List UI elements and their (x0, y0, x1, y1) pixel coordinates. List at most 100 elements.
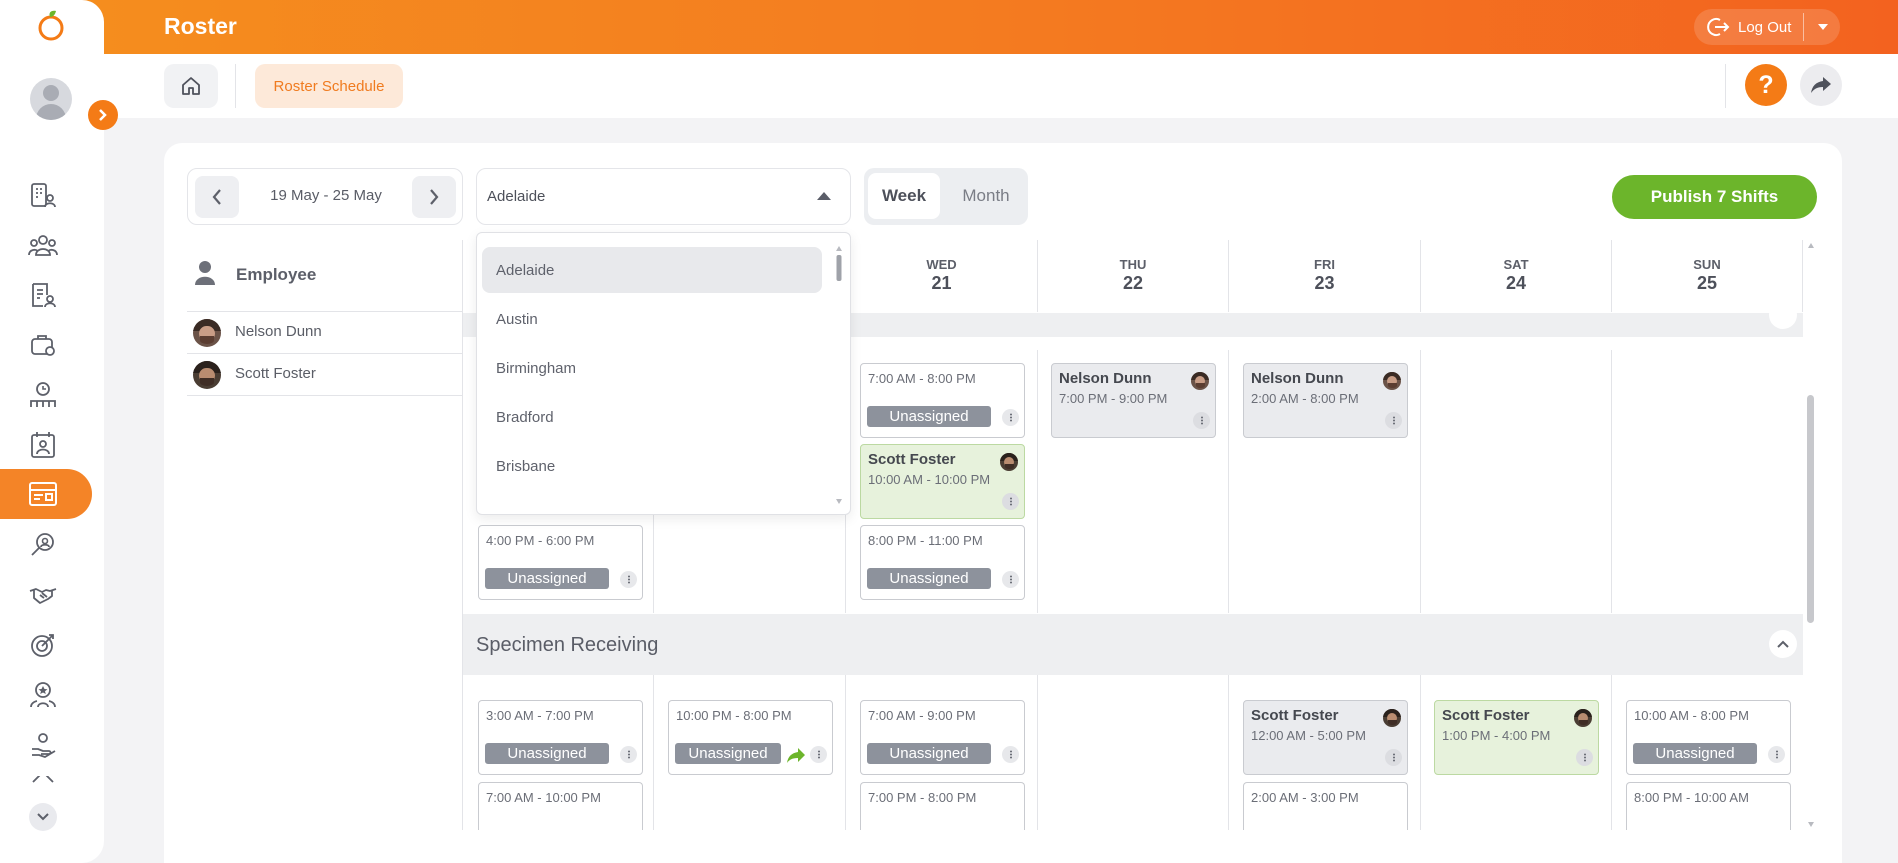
day-name: SUN (1693, 257, 1721, 272)
shift-card[interactable]: 10:00 PM - 8:00 PM Unassigned (668, 700, 833, 775)
dropdown-option-austin[interactable]: Austin (482, 296, 822, 342)
section-collapse-button[interactable] (1769, 301, 1797, 329)
publish-shifts-button[interactable]: Publish 7 Shifts (1612, 175, 1817, 219)
section-band-specimen-receiving: Specimen Receiving (463, 614, 1803, 675)
shift-time: 7:00 AM - 10:00 PM (486, 790, 601, 805)
shift-card-assigned[interactable]: Scott Foster 10:00 AM - 10:00 PM (860, 444, 1025, 519)
kebab-icon[interactable] (620, 571, 637, 588)
nav-team-icon[interactable] (28, 230, 58, 260)
breadcrumb-roster-schedule[interactable]: Roster Schedule (255, 64, 403, 108)
nav-search-person-icon[interactable] (28, 530, 58, 560)
day-name: SAT (1503, 257, 1529, 272)
home-button[interactable] (164, 64, 218, 108)
help-button[interactable]: ? (1745, 64, 1787, 106)
month-view-button[interactable]: Month (950, 173, 1022, 219)
orange-logo[interactable] (36, 8, 66, 42)
app-title: Roster (164, 13, 237, 39)
location-select[interactable]: Adelaide (476, 168, 851, 225)
sidebar-scroll-down-button[interactable] (29, 803, 57, 831)
shift-card[interactable]: 7:00 PM - 8:00 PM (860, 782, 1025, 830)
nav-calendar-person-icon[interactable] (28, 430, 58, 460)
dropdown-option-adelaide[interactable]: Adelaide (482, 247, 822, 293)
shift-card-assigned[interactable]: Nelson Dunn 7:00 PM - 9:00 PM (1051, 363, 1216, 438)
top-bar: Roster Log Out (0, 0, 1898, 54)
dropdown-scrollbar[interactable] (835, 245, 842, 505)
kebab-icon[interactable] (1768, 746, 1785, 763)
dropdown-option-birmingham[interactable]: Birmingham (482, 345, 822, 391)
grid-line (653, 675, 654, 830)
nav-clock-people-icon[interactable] (28, 380, 58, 410)
kebab-icon[interactable] (1385, 412, 1402, 429)
home-icon (180, 75, 202, 97)
previous-week-button[interactable] (195, 176, 239, 218)
shift-card[interactable]: 4:00 PM - 6:00 PM Unassigned (478, 525, 643, 600)
shift-card[interactable]: 8:00 PM - 10:00 AM (1626, 782, 1791, 830)
grid-line (1037, 350, 1038, 613)
chevron-left-icon (211, 188, 223, 206)
forward-arrow-icon[interactable] (786, 747, 806, 769)
kebab-icon[interactable] (1576, 749, 1593, 766)
employee-row[interactable]: Nelson Dunn (187, 312, 462, 354)
logout-icon (1706, 17, 1730, 37)
day-header-wed: WED 21 (845, 240, 1037, 312)
location-dropdown: Adelaide Austin Birmingham Bradford Bris… (476, 232, 851, 515)
shift-card[interactable]: 10:00 AM - 8:00 PM Unassigned (1626, 700, 1791, 775)
kebab-icon[interactable] (1385, 749, 1402, 766)
employee-name: Nelson Dunn (235, 323, 322, 340)
week-view-button[interactable]: Week (868, 173, 940, 219)
shift-employee-name: Nelson Dunn (1251, 370, 1344, 387)
day-name: WED (926, 257, 957, 272)
shift-employee-name: Scott Foster (1251, 707, 1339, 724)
chevron-down-icon (36, 812, 50, 822)
shift-card[interactable]: 3:00 AM - 7:00 PM Unassigned (478, 700, 643, 775)
shift-time: 10:00 AM - 10:00 PM (868, 472, 991, 487)
kebab-icon[interactable] (1002, 746, 1019, 763)
sidebar-expand-button[interactable] (88, 100, 118, 130)
kebab-icon[interactable] (1002, 493, 1019, 510)
dropdown-option-bradford[interactable]: Bradford (482, 394, 822, 440)
shift-employee-name: Scott Foster (1442, 707, 1530, 724)
shift-card[interactable]: 7:00 AM - 8:00 PM Unassigned (860, 363, 1025, 438)
header-divider-right (1725, 64, 1726, 108)
grid-line (1228, 350, 1229, 613)
employee-column-header: Employee (187, 240, 462, 312)
user-avatar[interactable] (30, 78, 72, 120)
nav-handshake-icon[interactable] (28, 580, 58, 610)
employee-row[interactable]: Scott Foster (187, 354, 462, 396)
shift-card[interactable]: 7:00 AM - 10:00 PM (478, 782, 643, 830)
shift-card[interactable]: 7:00 AM - 9:00 PM Unassigned (860, 700, 1025, 775)
shift-card-assigned[interactable]: Nelson Dunn 2:00 AM - 8:00 PM (1243, 363, 1408, 438)
employee-header-label: Employee (236, 265, 317, 284)
next-week-button[interactable] (412, 176, 456, 218)
kebab-icon[interactable] (1002, 409, 1019, 426)
schedule-scrollbar-thumb[interactable] (1807, 395, 1814, 623)
shift-card[interactable]: 2:00 AM - 3:00 PM (1243, 782, 1408, 830)
grid-line (1611, 350, 1612, 613)
shift-card-assigned[interactable]: Scott Foster 12:00 AM - 5:00 PM (1243, 700, 1408, 775)
kebab-icon[interactable] (1193, 412, 1210, 429)
nav-building-people-icon[interactable] (28, 180, 58, 210)
nav-hand-care-icon[interactable] (28, 730, 58, 760)
shift-card-assigned[interactable]: Scott Foster 1:00 PM - 4:00 PM (1434, 700, 1599, 775)
employee-avatar (1191, 372, 1209, 390)
logout-button[interactable]: Log Out (1694, 9, 1840, 45)
date-range-label: 19 May - 25 May (270, 187, 382, 204)
shift-time: 10:00 PM - 8:00 PM (676, 708, 792, 723)
account-menu-caret-icon[interactable] (1818, 24, 1828, 30)
nav-document-person-icon[interactable] (28, 280, 58, 310)
kebab-icon[interactable] (1002, 571, 1019, 588)
share-icon (1810, 75, 1832, 95)
kebab-icon[interactable] (620, 746, 637, 763)
kebab-icon[interactable] (810, 746, 827, 763)
nav-roster-icon[interactable] (28, 479, 58, 509)
dropdown-option-brisbane[interactable]: Brisbane (482, 443, 822, 489)
nav-target-icon[interactable] (28, 630, 58, 660)
share-button[interactable] (1800, 64, 1842, 106)
shift-card[interactable]: 8:00 PM - 11:00 PM Unassigned (860, 525, 1025, 600)
logout-label: Log Out (1738, 18, 1792, 36)
chevron-right-icon (98, 108, 108, 122)
nav-award-people-icon[interactable] (28, 680, 58, 710)
nav-partial-icon[interactable] (28, 776, 58, 788)
section-collapse-button[interactable] (1769, 630, 1797, 658)
nav-briefcase-gear-icon[interactable] (28, 330, 58, 360)
